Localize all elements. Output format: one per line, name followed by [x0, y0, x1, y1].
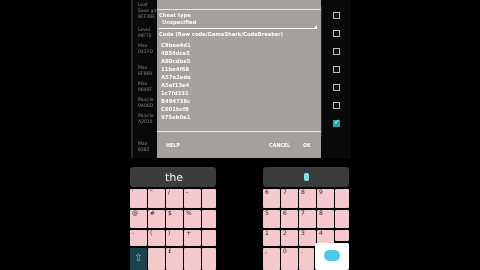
bg-row: 8382: [138, 148, 150, 153]
key[interactable]: £: [166, 248, 183, 270]
cheat-checkbox[interactable]: [333, 66, 340, 73]
bg-row: Muscle: [138, 114, 154, 119]
key[interactable]: 0: [281, 248, 298, 270]
key[interactable]: 5: [263, 210, 280, 228]
edit-cheat-dialog: Cheat type Unspecified Code (Raw code/Ga…: [157, 0, 321, 158]
cheat-type-label: Cheat type: [159, 13, 191, 19]
code-line: C001bcf8: [161, 107, 189, 113]
key[interactable]: [202, 248, 216, 270]
bg-row: Leaf: [138, 3, 148, 8]
cheat-checkbox[interactable]: [333, 12, 340, 19]
bg-row: 0437D: [138, 50, 153, 55]
key[interactable]: +: [184, 230, 201, 246]
suggestion-word[interactable]: the: [165, 171, 183, 184]
code-line: B494738c: [161, 99, 191, 105]
bg-row: BFF3BE: [138, 15, 156, 20]
key[interactable]: $: [166, 210, 183, 228]
enter-icon: [324, 250, 340, 261]
code-line: 11be4f68: [161, 67, 190, 73]
key[interactable]: [335, 189, 349, 208]
bg-row: Max: [138, 142, 148, 147]
key[interactable]: ,: [263, 248, 280, 270]
cheat-checkbox[interactable]: [333, 48, 340, 55]
key[interactable]: 7: [299, 210, 316, 228]
cheat-type-select[interactable]: Unspecified: [159, 20, 317, 29]
key[interactable]: 6: [263, 189, 280, 208]
dialog-title-divider: [157, 3, 321, 10]
code-line: 4854dce5: [161, 51, 190, 57]
suggestion-strip-left[interactable]: the: [130, 167, 216, 187]
bg-row: Level: [138, 28, 150, 33]
bg-row: 6F969: [138, 72, 153, 77]
cheat-type-value: Unspecified: [162, 20, 197, 26]
key[interactable]: #: [148, 210, 165, 228]
bg-row: Max: [138, 66, 148, 71]
codes-label: Code (Raw code/GameShark/CodeBreaker): [159, 32, 284, 38]
code-line: A80cdbe5: [161, 59, 191, 65]
key[interactable]: ): [166, 230, 183, 246]
code-line: C9bee4d1: [161, 43, 191, 49]
help-button[interactable]: HELP: [166, 144, 180, 149]
enter-key[interactable]: [315, 243, 349, 270]
key[interactable]: -: [130, 230, 147, 246]
bg-row: Max: [138, 44, 148, 49]
key[interactable]: .: [299, 248, 314, 270]
bg-row: 0A00D: [138, 104, 154, 109]
cancel-button[interactable]: CANCEL: [269, 144, 290, 149]
key[interactable]: %: [184, 210, 201, 228]
key[interactable]: [184, 248, 201, 270]
code-line: A5ef13e4: [161, 83, 190, 89]
cheat-checkbox[interactable]: [333, 102, 340, 109]
bg-row: A2010: [138, 120, 153, 125]
key[interactable]: 2: [281, 230, 298, 246]
key[interactable]: /: [166, 189, 183, 208]
key[interactable]: 1: [263, 230, 280, 246]
key[interactable]: 7: [281, 189, 298, 208]
key[interactable]: @: [130, 210, 147, 228]
shift-icon: ⇧: [134, 253, 143, 264]
ok-button[interactable]: OK: [303, 144, 311, 149]
voice-input-icon[interactable]: [304, 173, 309, 181]
key[interactable]: [335, 210, 349, 228]
key[interactable]: [202, 210, 216, 228]
codes-textarea[interactable]: C9bee4d1 4854dce5 A80cdbe5 11be4f68 A57e…: [159, 40, 317, 128]
key[interactable]: -: [184, 189, 201, 208]
shift-key[interactable]: ⇧: [130, 248, 147, 270]
button-bar-divider: [157, 131, 321, 132]
bg-row: Max: [138, 82, 148, 87]
bg-row: MIF70: [138, 34, 152, 39]
bg-row: 0640F: [138, 88, 153, 93]
code-line: 1c7fd331: [161, 91, 189, 97]
key[interactable]: [202, 189, 216, 208]
key[interactable]: (: [148, 230, 165, 246]
key[interactable]: 3: [299, 230, 316, 246]
key[interactable]: ': [130, 189, 147, 208]
code-line: A57e2ede: [161, 75, 191, 81]
suggestion-strip-right[interactable]: [263, 167, 349, 187]
bg-row: Muscle: [138, 98, 154, 103]
cheat-checkbox[interactable]: [333, 84, 340, 91]
key[interactable]: 8: [299, 189, 316, 208]
key[interactable]: ": [148, 189, 165, 208]
key[interactable]: [148, 248, 165, 270]
key[interactable]: 6: [281, 210, 298, 228]
key[interactable]: [335, 230, 349, 241]
key[interactable]: 9: [317, 189, 334, 208]
cheat-checkbox-checked[interactable]: [333, 118, 340, 127]
code-line: 975eb0e1: [161, 115, 191, 121]
cheat-checkbox[interactable]: [333, 30, 340, 37]
key[interactable]: [202, 230, 216, 246]
key[interactable]: 8: [317, 210, 334, 228]
dropdown-arrow-icon: [314, 25, 317, 28]
